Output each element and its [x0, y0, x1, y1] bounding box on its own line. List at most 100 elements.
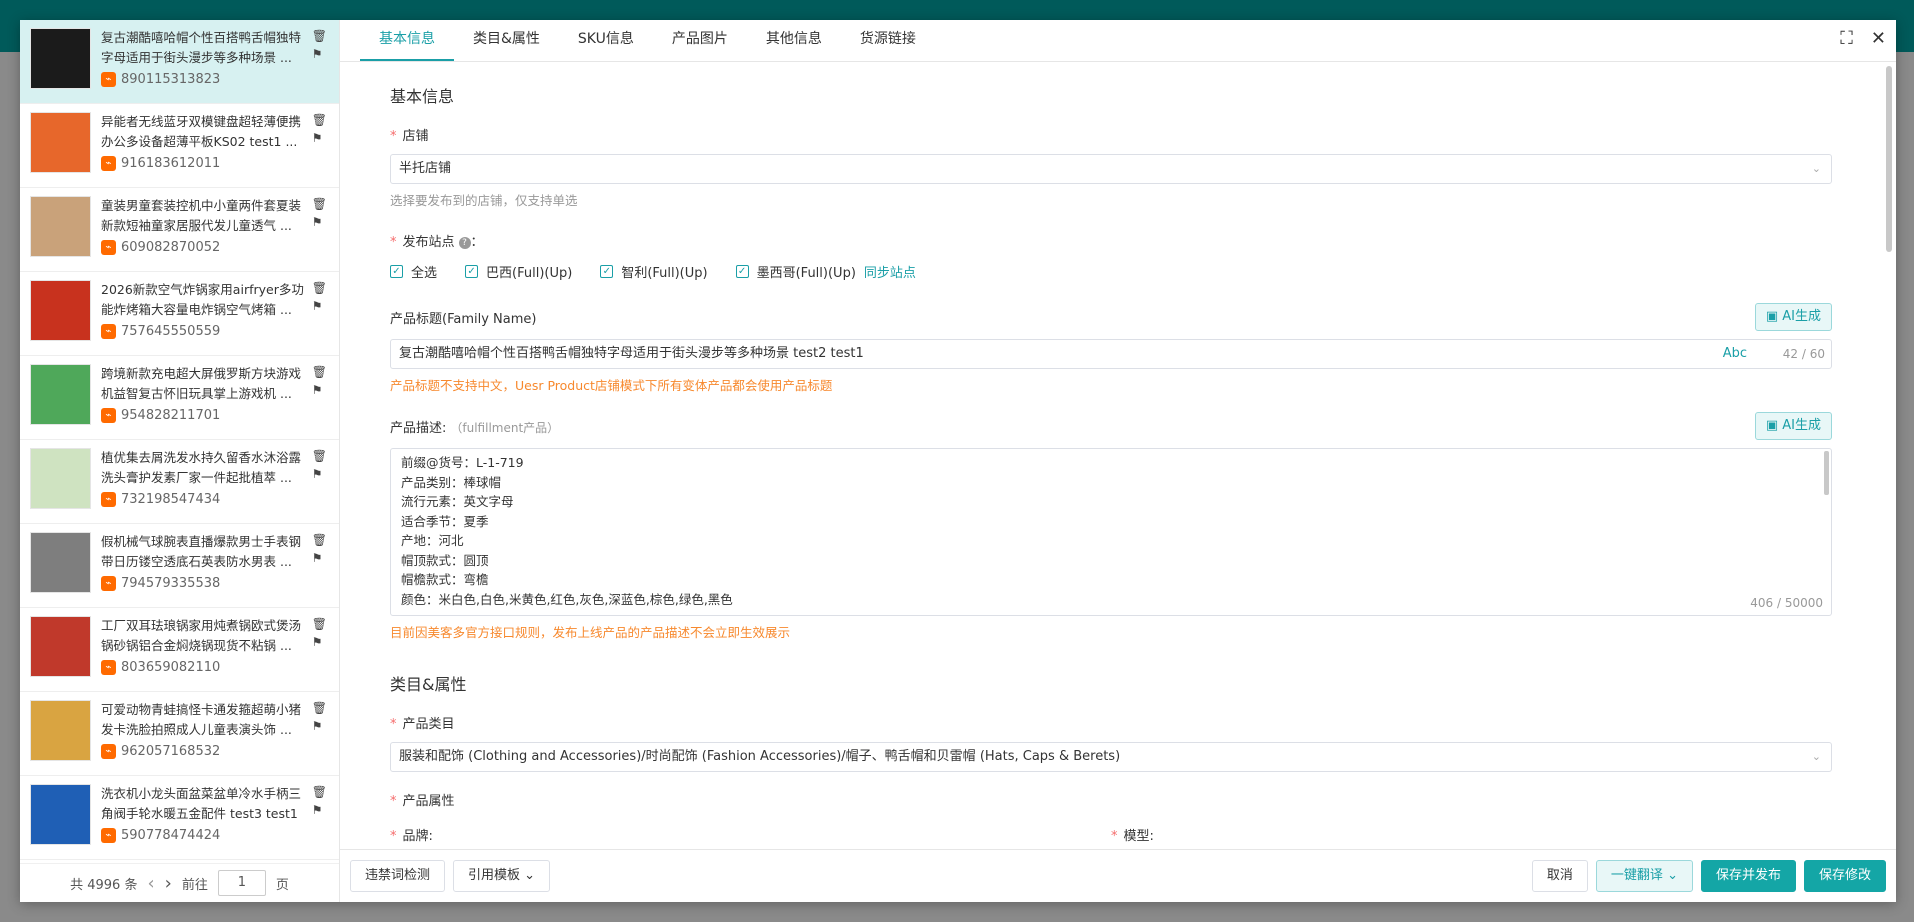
delete-icon[interactable]: 🗑 — [312, 450, 327, 462]
check-icon: ✓ — [735, 265, 749, 278]
panel-scrollbar[interactable] — [1886, 66, 1892, 252]
product-actions: 🗑 ⚑ — [312, 618, 327, 648]
flag-icon[interactable]: ⚑ — [312, 552, 327, 564]
product-info: 异能者无线蓝牙双模键盘超轻薄便携办公多设备超薄平板KS02 test1 ... ⌁… — [101, 112, 329, 187]
category-select[interactable]: 服装和配饰 (Clothing and Accessories)/时尚配饰 (F… — [390, 742, 1832, 772]
check-icon: ✓ — [390, 265, 403, 278]
product-list-item[interactable]: 假机械气球腕表直播爆款男士手表钢带日历镂空透底石英表防水男表 ... ⌁ 79457… — [20, 524, 339, 608]
product-title-input[interactable]: 复古潮酷嘻哈帽个性百搭鸭舌帽独特字母适用于街头漫步等多种场景 test2 tes… — [390, 339, 1832, 369]
site-checkbox-mexico[interactable]: ✓ 墨西哥(Full)(Up) — [735, 262, 856, 281]
flag-icon[interactable]: ⚑ — [312, 804, 327, 816]
product-list-panel: 复古潮酷嘻哈帽个性百搭鸭舌帽独特字母适用于街头漫步等多种场景 ... ⌁ 89011… — [20, 20, 340, 902]
product-id-row: ⌁ 890115313823 — [101, 72, 311, 87]
product-id-row: ⌁ 954828211701 — [101, 408, 311, 423]
flag-icon[interactable]: ⚑ — [312, 48, 327, 60]
product-list-item[interactable]: 洗衣机小龙头面盆菜盆单冷水手柄三角阀手轮水暖五金配件 test3 test1 ⌁ 5… — [20, 776, 339, 860]
desc-row-head: 产品描述: （fulfillment产品） ▣ AI生成 — [390, 412, 1832, 440]
product-info: 假机械气球腕表直播爆款男士手表钢带日历镂空透底石英表防水男表 ... ⌁ 79457… — [101, 532, 329, 607]
product-actions: 🗑 ⚑ — [312, 534, 327, 564]
flag-icon[interactable]: ⚑ — [312, 216, 327, 228]
site-checkbox-chile[interactable]: ✓ 智利(Full)(Up) — [600, 262, 708, 281]
form-content: 基本信息 * 店铺 半托店铺 ⌄ 选择要发布到的店铺，仅支持单选 * 发布站点?： … — [340, 63, 1882, 849]
delete-icon[interactable]: 🗑 — [312, 618, 327, 630]
delete-icon[interactable]: 🗑 — [312, 198, 327, 210]
product-list-item[interactable]: 2026新款空气炸锅家用airfryer多功能炸烤箱大容量电炸锅空气烤箱 ...… — [20, 272, 339, 356]
product-list-item[interactable]: 跨境新款充电超大屏俄罗斯方块游戏机益智复古怀旧玩具掌上游戏机 ... ⌁ 95482… — [20, 356, 339, 440]
ai-generate-desc-button[interactable]: ▣ AI生成 — [1754, 412, 1832, 440]
tab-category-attributes[interactable]: 类目&属性 — [454, 19, 559, 61]
textarea-scrollbar[interactable] — [1824, 451, 1829, 495]
product-list-item[interactable]: 复古潮酷嘻哈帽个性百搭鸭舌帽独特字母适用于街头漫步等多种场景 ... ⌁ 89011… — [20, 20, 339, 104]
desc-warning: 目前因美客多官方接口规则，发布上线产品的产品描述不会立即生效展示 — [390, 625, 791, 640]
store-label: * 店铺 — [390, 129, 429, 144]
window-controls: ⛶ ✕ — [1840, 28, 1886, 49]
category-select-value: 服装和配饰 (Clothing and Accessories)/时尚配饰 (F… — [399, 749, 1121, 764]
site-checkbox-all[interactable]: ✓ 全选 — [390, 262, 437, 281]
flag-icon[interactable]: ⚑ — [312, 384, 327, 396]
delete-icon[interactable]: 🗑 — [312, 534, 327, 546]
product-id: 590778474424 — [121, 828, 221, 843]
save-changes-button[interactable]: 保存修改 — [1803, 860, 1886, 892]
product-description-textarea[interactable]: 前缀@货号：L-1-719 产品类别：棒球帽 流行元素：英文字母 适合季节：夏季 产地：… — [390, 448, 1832, 616]
delete-icon[interactable]: 🗑 — [312, 30, 327, 42]
delete-icon[interactable]: 🗑 — [312, 114, 327, 126]
store-label-text: 店铺 — [402, 129, 429, 144]
product-list-item[interactable]: 工厂双耳珐琅锅家用炖煮锅欧式煲汤锅砂锅铝合金焖烧锅现货不粘锅 ... ⌁ 80365… — [20, 608, 339, 692]
flag-icon[interactable]: ⚑ — [312, 132, 327, 144]
alibaba-icon: ⌁ — [101, 72, 116, 87]
sync-sites-link[interactable]: 同步站点 — [864, 262, 916, 281]
store-select[interactable]: 半托店铺 ⌄ — [390, 154, 1832, 184]
product-title-value: 复古潮酷嘻哈帽个性百搭鸭舌帽独特字母适用于街头漫步等多种场景 test2 tes… — [399, 346, 864, 361]
product-list-item[interactable]: 植优集去屑洗发水持久留香水沐浴露洗头膏护发素厂家一件起批植萃 ... ⌁ 73219… — [20, 440, 339, 524]
flag-icon[interactable]: ⚑ — [312, 468, 327, 480]
product-list-item[interactable]: 童装男童套装控机中小童两件套夏装新款短袖童家居服代发儿童透气 ... ⌁ 60908… — [20, 188, 339, 272]
case-convert-button[interactable]: Abc — [1723, 340, 1747, 368]
delete-icon[interactable]: 🗑 — [312, 366, 327, 378]
product-list: 复古潮酷嘻哈帽个性百搭鸭舌帽独特字母适用于街头漫步等多种场景 ... ⌁ 89011… — [20, 20, 339, 863]
tab-product-images[interactable]: 产品图片 — [653, 19, 747, 61]
site-checkbox-brazil[interactable]: ✓ 巴西(Full)(Up) — [465, 262, 572, 281]
product-list-item[interactable]: 异能者无线蓝牙双模键盘超轻薄便携办公多设备超薄平板KS02 test1 ... ⌁… — [20, 104, 339, 188]
reference-template-button[interactable]: 引用模板 ⌄ — [453, 860, 551, 892]
product-id: 732198547434 — [121, 492, 221, 507]
tab-basic-info[interactable]: 基本信息 — [360, 19, 454, 61]
description-line: 颜色：米白色,白色,米黄色,红色,灰色,深蓝色,棕色,绿色,黑色 — [401, 591, 733, 607]
product-id-row: ⌁ 794579335538 — [101, 576, 311, 591]
site-checkboxes: ✓ 全选 ✓ 巴西(Full)(Up) ✓ 智利(Full)(Up) ✓ 墨西哥(Ful… — [390, 262, 1832, 281]
delete-icon[interactable]: 🗑 — [312, 282, 327, 294]
dialog-footer: 违禁词检测 引用模板 ⌄ 取消 一键翻译 ⌄ 保存并发布 保存修改 — [340, 849, 1896, 902]
ai-generate-title-button[interactable]: ▣ AI生成 — [1754, 303, 1832, 331]
description-line: 适合季节：夏季 — [401, 513, 489, 529]
alibaba-icon: ⌁ — [101, 828, 116, 843]
product-id-row: ⌁ 732198547434 — [101, 492, 311, 507]
flag-icon[interactable]: ⚑ — [312, 636, 327, 648]
close-icon[interactable]: ✕ — [1871, 28, 1886, 49]
page-number-input[interactable]: 1 — [217, 870, 266, 896]
tab-other-info[interactable]: 其他信息 — [747, 19, 841, 61]
flag-icon[interactable]: ⚑ — [312, 720, 327, 732]
prohibited-words-check-button[interactable]: 违禁词检测 — [350, 860, 446, 892]
help-icon[interactable]: ? — [458, 236, 471, 249]
fullscreen-icon[interactable]: ⛶ — [1840, 28, 1853, 49]
next-page-button[interactable]: › — [165, 873, 172, 894]
product-title: 洗衣机小龙头面盆菜盆单冷水手柄三角阀手轮水暖五金配件 test3 test1 — [101, 786, 302, 821]
flag-icon[interactable]: ⚑ — [312, 300, 327, 312]
product-list-item[interactable]: 可爱动物青蛙搞怪卡通发箍超萌小猪发卡洗脸拍照成人儿童表演头饰 ... ⌁ 96205… — [20, 692, 339, 776]
description-line: 产地：河北 — [401, 533, 464, 548]
model-field-label: * 模型: — [1111, 829, 1154, 844]
category-label: * 产品类目 — [390, 717, 455, 732]
save-and-publish-button[interactable]: 保存并发布 — [1700, 860, 1796, 892]
tab-sku-info[interactable]: SKU信息 — [559, 19, 653, 61]
product-thumbnail — [30, 448, 91, 509]
title-label: 产品标题(Family Name) — [390, 311, 537, 327]
one-click-translate-button[interactable]: 一键翻译 ⌄ — [1595, 860, 1693, 892]
edit-panel: 基本信息 类目&属性 SKU信息 产品图片 其他信息 货源链接 ⛶ ✕ 基本信息… — [340, 20, 1896, 902]
delete-icon[interactable]: 🗑 — [312, 702, 327, 714]
prev-page-button[interactable]: ‹ — [147, 873, 154, 894]
alibaba-icon: ⌁ — [101, 744, 116, 759]
cancel-button[interactable]: 取消 — [1531, 860, 1588, 892]
site-name: 智利(Full)(Up) — [621, 266, 708, 281]
section-title-category: 类目&属性 — [390, 675, 467, 694]
delete-icon[interactable]: 🗑 — [312, 786, 327, 798]
tab-source-links[interactable]: 货源链接 — [841, 19, 935, 61]
